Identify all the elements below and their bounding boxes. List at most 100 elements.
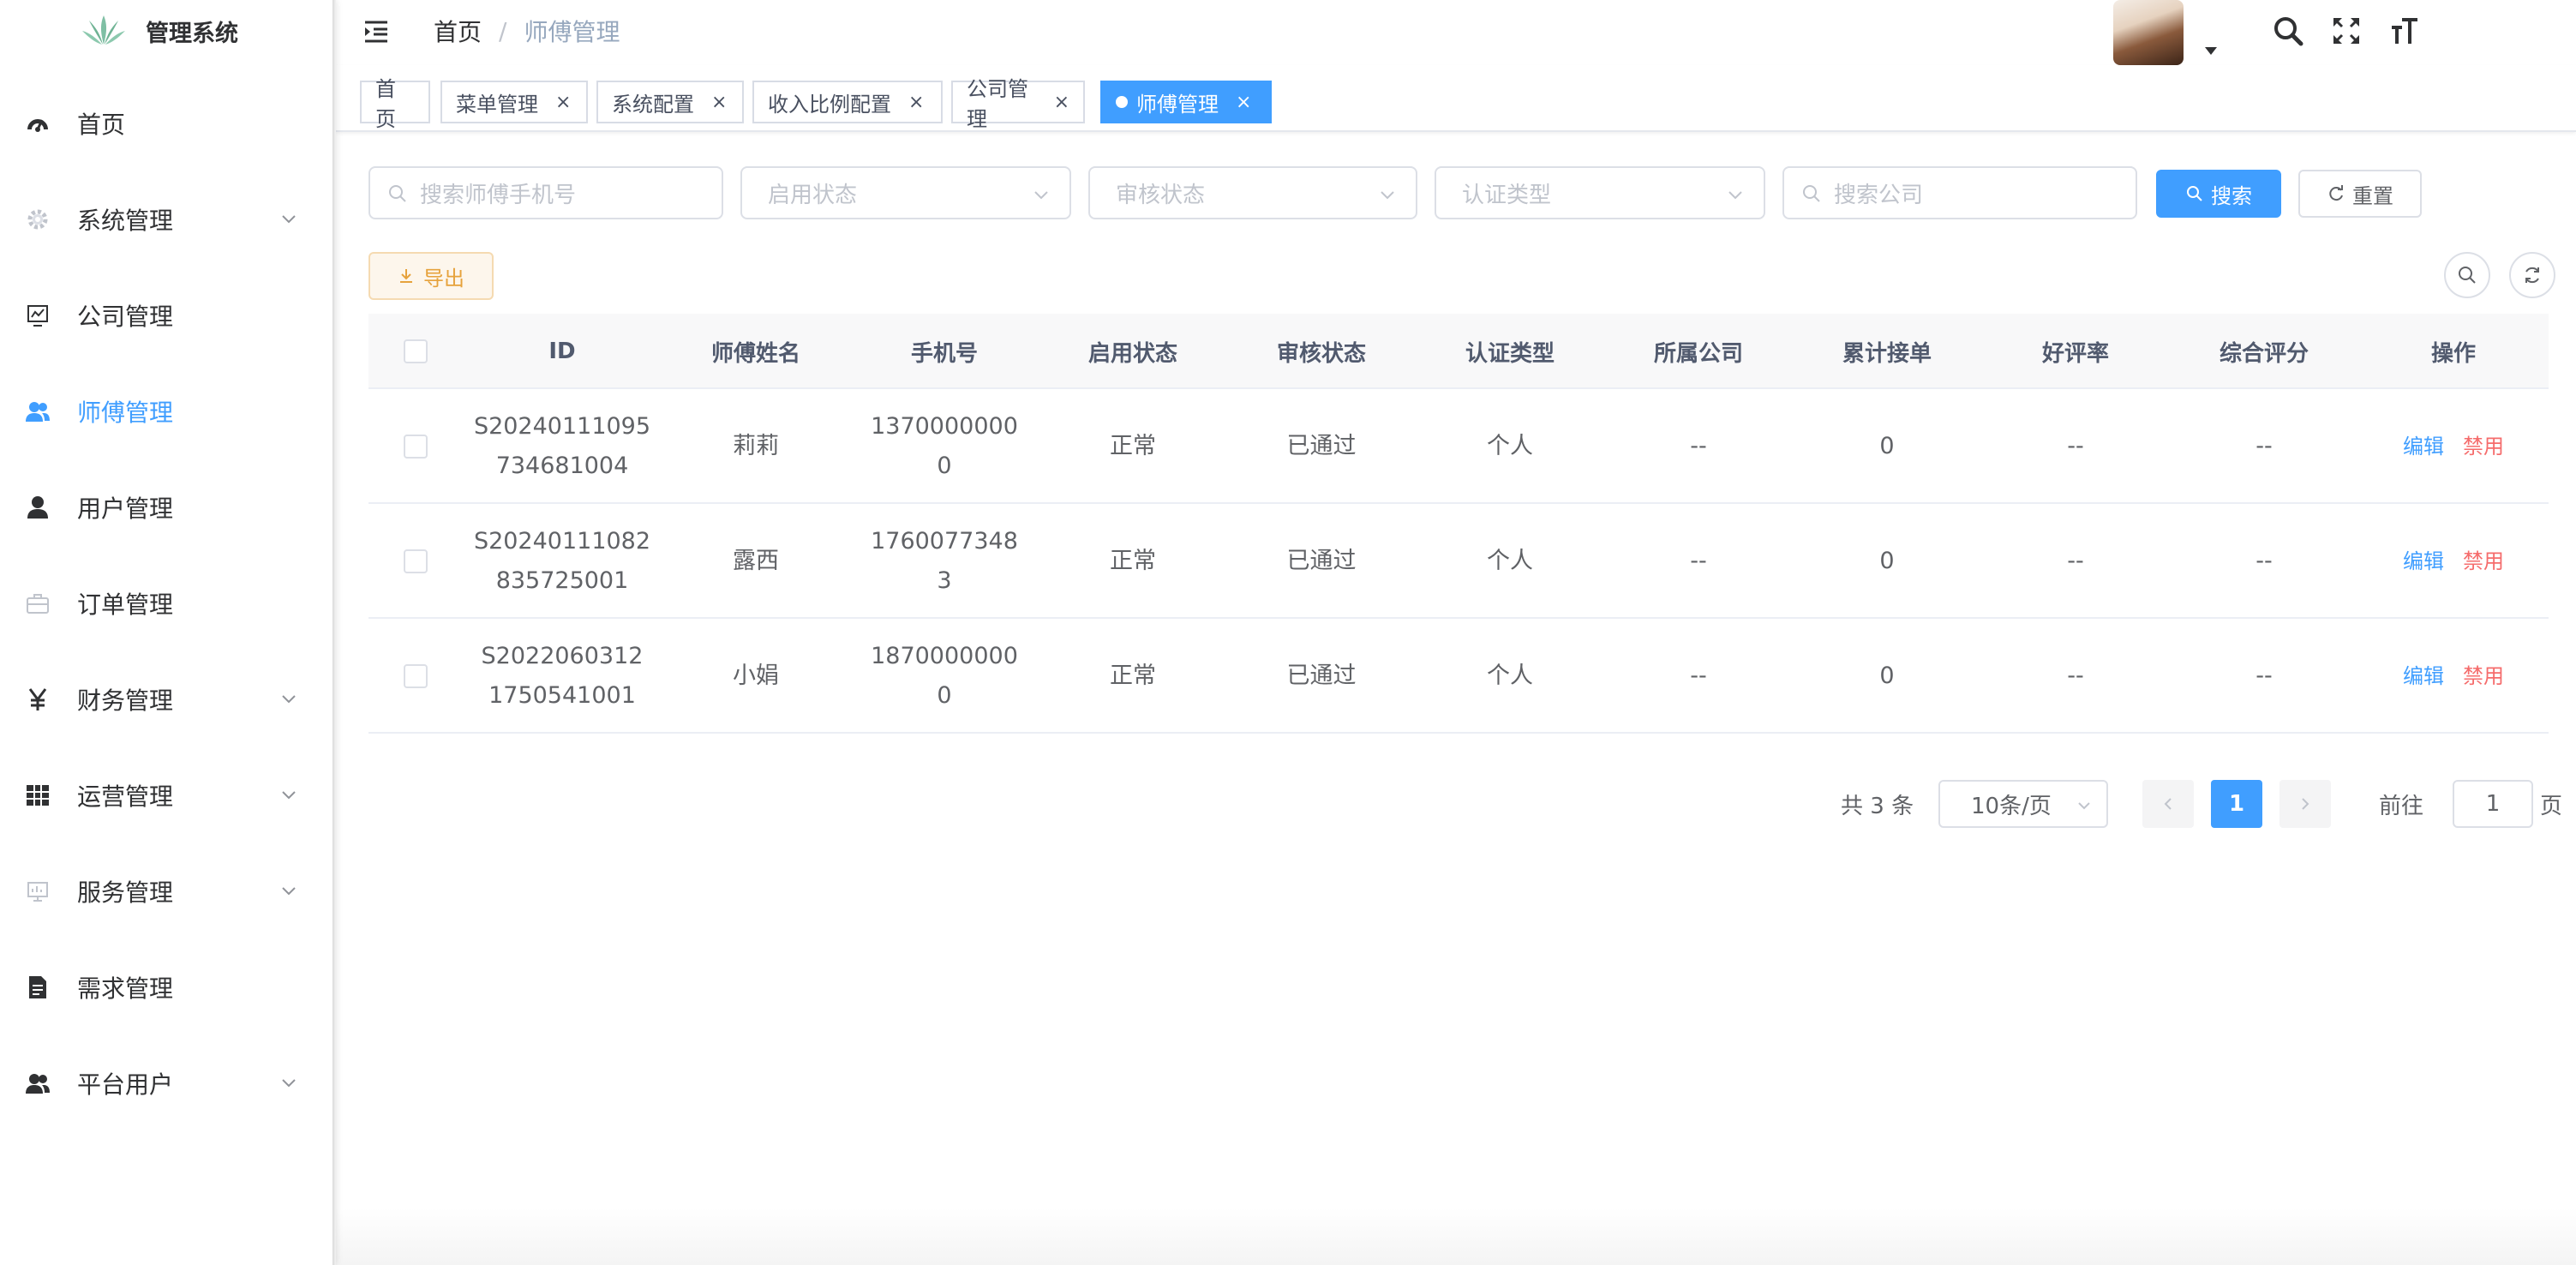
cell-auth-type: 个人 [1487, 548, 1533, 574]
sidebar-item-operation[interactable]: 运营管理 [0, 747, 334, 843]
tag-system-config[interactable]: 系统配置 × [596, 81, 744, 123]
page-number-active[interactable]: 1 [2211, 780, 2262, 828]
font-size-icon[interactable] [2386, 12, 2423, 50]
column-header: 审核状态 [1276, 340, 1366, 367]
sidebar-item-order[interactable]: 订单管理 [0, 555, 334, 651]
edit-button[interactable]: 编辑 [2403, 427, 2444, 466]
toggle-search-button[interactable] [2444, 252, 2490, 298]
edit-button[interactable]: 编辑 [2403, 656, 2444, 696]
sidebar-item-platform-user[interactable]: 平台用户 [0, 1035, 334, 1131]
chevron-down-icon [279, 1073, 300, 1094]
caret-down-icon[interactable] [2204, 43, 2218, 55]
checkbox[interactable] [404, 339, 428, 363]
sidebar-item-label: 财务管理 [77, 686, 174, 715]
tag-home[interactable]: 首页 [360, 77, 430, 131]
cell-orders: 0 [1879, 548, 1895, 574]
reset-button[interactable]: 重置 [2298, 170, 2422, 218]
search-icon [389, 185, 406, 202]
sidebar-item-label: 订单管理 [77, 591, 174, 619]
column-header: 好评率 [2041, 340, 2109, 367]
cell-score: -- [2255, 548, 2273, 574]
refresh-icon [2329, 185, 2343, 201]
tag-master[interactable]: 师傅管理 × [1100, 81, 1272, 123]
cell-review-status: 已通过 [1286, 662, 1357, 689]
sidebar-item-label: 运营管理 [77, 782, 174, 811]
avatar[interactable] [2113, 0, 2184, 65]
sidebar-item-user[interactable]: 用户管理 [0, 459, 334, 555]
row-select[interactable] [368, 504, 463, 619]
row-select[interactable] [368, 389, 463, 504]
edit-button[interactable]: 编辑 [2403, 542, 2444, 581]
table-row: S2022060312 1750541001 小娟 1870000000 0 正… [368, 619, 2549, 734]
document-icon [24, 974, 51, 1001]
cell-company: -- [1690, 662, 1707, 689]
hamburger-icon[interactable] [362, 15, 392, 46]
tag-income-ratio[interactable]: 收入比例配置 × [752, 81, 943, 123]
row-select[interactable] [368, 619, 463, 734]
header-select-all[interactable] [368, 314, 463, 389]
close-icon[interactable]: × [1236, 92, 1251, 113]
auth-type-select[interactable]: 认证类型 [1435, 166, 1765, 219]
chevron-down-icon [279, 881, 300, 902]
cell-phone-line: 0 [937, 453, 952, 479]
breadcrumb-current: 师傅管理 [524, 18, 620, 46]
breadcrumb-home[interactable]: 首页 [434, 14, 482, 48]
phone-search-input[interactable]: 搜索师傅手机号 [368, 166, 723, 219]
sidebar-item-label: 平台用户 [77, 1070, 174, 1099]
enable-status-select[interactable]: 启用状态 [740, 166, 1071, 219]
sidebar-item-company[interactable]: 公司管理 [0, 267, 334, 363]
goto-page-input[interactable]: 1 [2453, 780, 2533, 828]
prev-page-button[interactable] [2142, 780, 2194, 828]
tag-company[interactable]: 公司管理 × [951, 77, 1085, 131]
monitor-icon [24, 878, 51, 905]
close-icon[interactable]: × [1054, 92, 1069, 113]
refresh-button[interactable] [2509, 252, 2555, 298]
next-page-button[interactable] [2279, 780, 2331, 828]
disable-button[interactable]: 禁用 [2463, 656, 2504, 696]
sidebar-item-service[interactable]: 服务管理 [0, 843, 334, 939]
search-button[interactable]: 搜索 [2156, 170, 2281, 218]
disable-button[interactable]: 禁用 [2463, 542, 2504, 581]
chevron-down-icon [279, 209, 300, 230]
sidebar: 管理系统 首页 系统管理 公司管理 师傅管理 用户管理 订单管理 财务管理 运营… [0, 0, 334, 1265]
sidebar-item-system[interactable]: 系统管理 [0, 171, 334, 267]
yen-icon [24, 686, 51, 713]
tag-menu[interactable]: 菜单管理 × [440, 81, 588, 123]
close-icon[interactable]: × [908, 92, 924, 113]
checkbox[interactable] [404, 549, 428, 573]
export-button[interactable]: 导出 [368, 252, 494, 300]
cell-score: -- [2255, 662, 2273, 689]
close-icon[interactable]: × [711, 92, 727, 113]
sidebar-item-demand[interactable]: 需求管理 [0, 939, 334, 1035]
page-size-select[interactable]: 10条/页 [1938, 780, 2108, 828]
cell-id-line: 734681004 [495, 453, 629, 479]
company-search-input[interactable]: 搜索公司 [1782, 166, 2137, 219]
review-status-select[interactable]: 审核状态 [1088, 166, 1417, 219]
sidebar-item-finance[interactable]: 财务管理 [0, 651, 334, 747]
cell-orders: 0 [1879, 662, 1895, 689]
cell-id-line: S2022060312 [481, 643, 644, 669]
sidebar-item-master[interactable]: 师傅管理 [0, 363, 334, 459]
cell-enable-status: 正常 [1110, 662, 1156, 689]
tag-label: 公司管理 [967, 77, 1028, 131]
search-icon[interactable] [2269, 12, 2307, 50]
close-icon[interactable]: × [555, 92, 571, 113]
cell-orders: 0 [1879, 433, 1895, 459]
checkbox[interactable] [404, 664, 428, 688]
sidebar-item-home[interactable]: 首页 [0, 75, 334, 171]
page-suffix: 页 [2540, 793, 2563, 819]
sidebar-item-label: 系统管理 [77, 207, 174, 235]
search-icon [2187, 186, 2202, 201]
chevron-down-icon [1381, 191, 1394, 200]
chart-monitor-icon [24, 302, 51, 329]
disable-button[interactable]: 禁用 [2463, 427, 2504, 466]
placeholder: 启用状态 [768, 182, 858, 208]
app-logo[interactable]: 管理系统 [79, 10, 238, 51]
sidebar-item-label: 服务管理 [77, 878, 174, 907]
fullscreen-icon[interactable] [2327, 12, 2365, 50]
cell-id: S20240111082 835725001 [463, 504, 662, 619]
cell-id-line: 835725001 [495, 567, 629, 594]
checkbox[interactable] [404, 435, 428, 459]
cell-enable-status: 正常 [1110, 433, 1156, 459]
cell-id-line: 1750541001 [488, 682, 636, 709]
